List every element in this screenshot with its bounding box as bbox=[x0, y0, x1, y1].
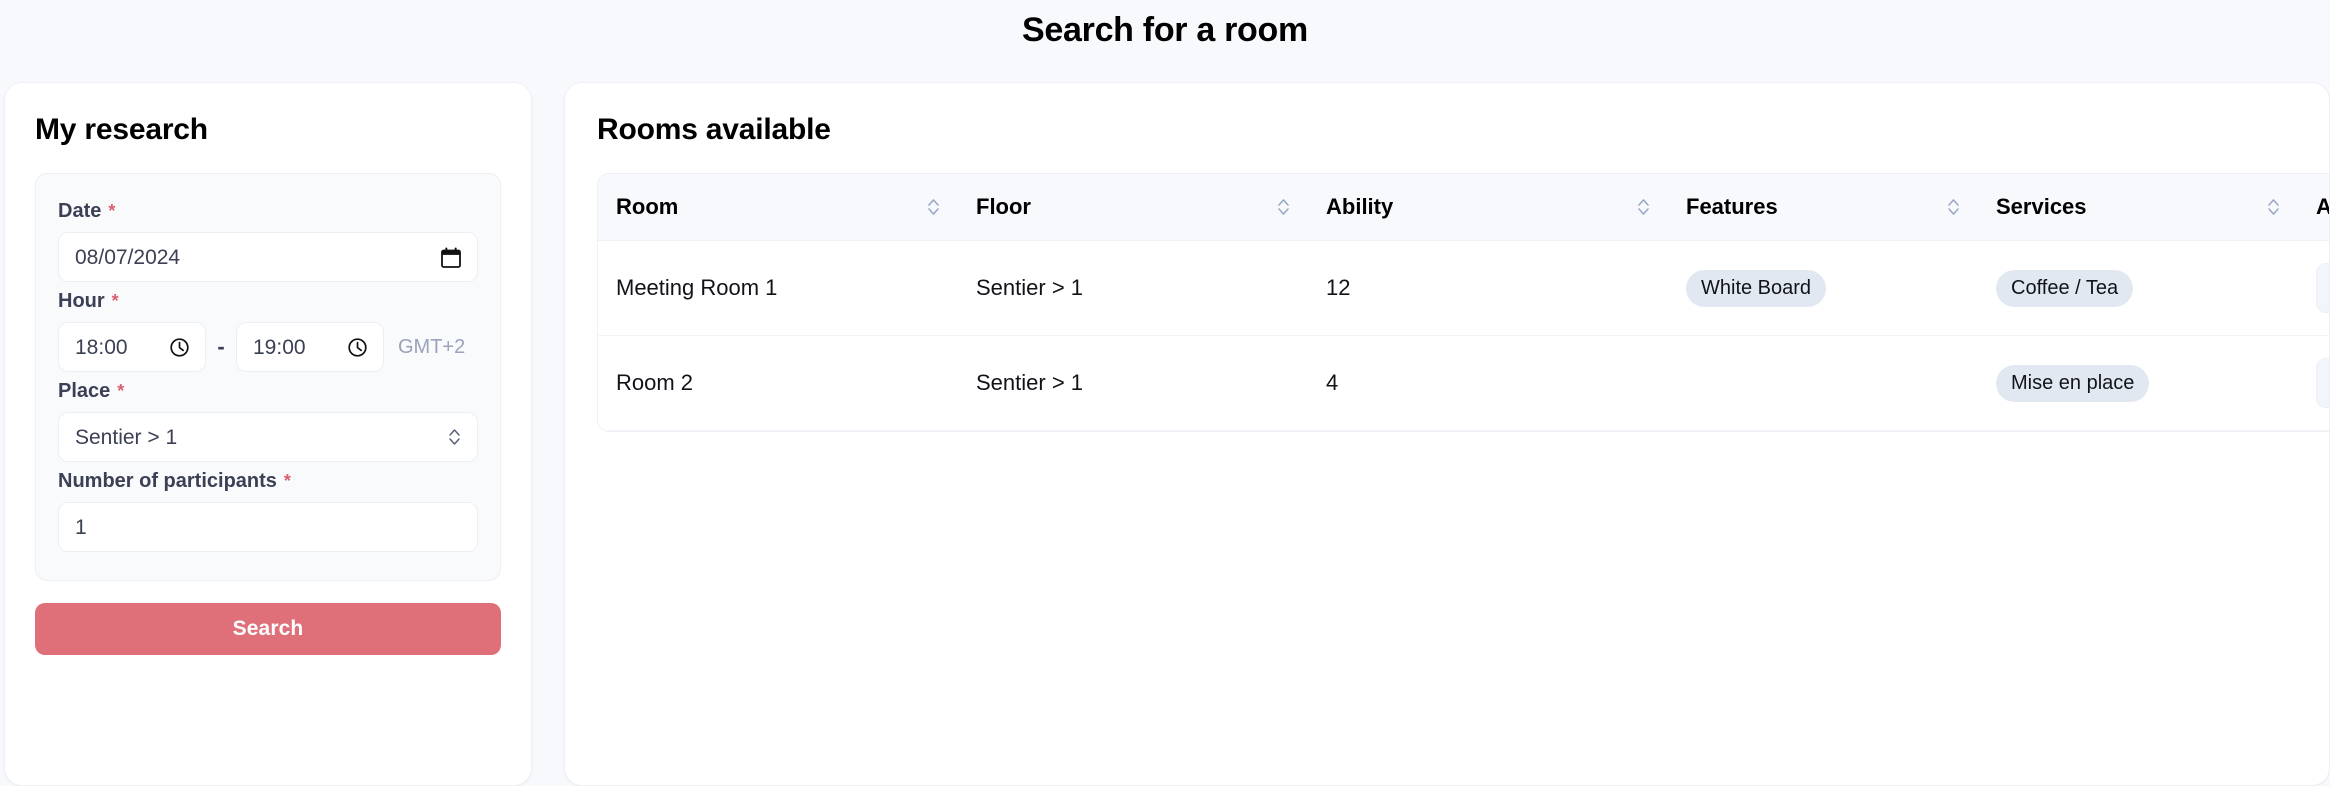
calendar-icon[interactable] bbox=[441, 247, 461, 268]
column-label: Floor bbox=[976, 194, 1031, 219]
end-time-input[interactable]: 19:00 bbox=[236, 322, 384, 372]
cell-services: Coffee / Tea bbox=[1978, 240, 2298, 336]
place-value: Sentier > 1 bbox=[75, 425, 178, 449]
required-asterisk: * bbox=[117, 381, 125, 401]
column-header-features[interactable]: Features bbox=[1668, 174, 1978, 241]
clock-icon[interactable] bbox=[348, 337, 367, 357]
cell-actions: Choose bbox=[2298, 240, 2329, 336]
table-row: Room 2 Sentier > 1 4 Mise en place bbox=[598, 335, 2329, 431]
column-header-floor[interactable]: Floor bbox=[958, 174, 1308, 241]
search-button[interactable]: Search bbox=[35, 603, 501, 655]
column-label: Ability bbox=[1326, 194, 1394, 219]
sort-icon[interactable] bbox=[1277, 195, 1290, 219]
rooms-table-head: Room Floor Ability Features Services bbox=[598, 174, 2329, 241]
required-asterisk: * bbox=[111, 291, 119, 311]
participants-value: 1 bbox=[75, 515, 87, 539]
cell-floor: Sentier > 1 bbox=[958, 240, 1308, 336]
participants-label: Number of participants bbox=[58, 470, 277, 492]
column-header-room[interactable]: Room bbox=[598, 174, 958, 241]
service-badge: Coffee / Tea bbox=[1996, 269, 2134, 307]
required-asterisk: * bbox=[283, 471, 291, 491]
column-label: Features bbox=[1686, 194, 1778, 219]
select-chevrons-icon[interactable] bbox=[448, 425, 461, 449]
hour-separator: - bbox=[217, 334, 225, 359]
start-time-input[interactable]: 18:00 bbox=[58, 322, 206, 372]
hour-label-row: Hour * bbox=[58, 290, 478, 313]
cell-room: Room 2 bbox=[598, 335, 958, 431]
rooms-table: Room Floor Ability Features Services Mee… bbox=[598, 174, 2329, 431]
participants-input[interactable]: 1 bbox=[58, 502, 478, 552]
cell-ability: 12 bbox=[1308, 240, 1668, 336]
column-label: Room bbox=[616, 194, 679, 219]
hour-range-row: 18:00 - 19:00 GMT+2 bbox=[58, 322, 478, 372]
date-label-row: Date * bbox=[58, 200, 478, 223]
feature-badge: White Board bbox=[1686, 269, 1827, 307]
cell-actions: Choose bbox=[2298, 335, 2329, 431]
cell-features bbox=[1668, 335, 1978, 431]
field-date: Date * 08/07/2024 bbox=[58, 200, 478, 282]
choose-button[interactable]: Choose bbox=[2316, 263, 2329, 313]
cell-room: Meeting Room 1 bbox=[598, 240, 958, 336]
table-header-row: Room Floor Ability Features Services bbox=[598, 174, 2329, 241]
place-select[interactable]: Sentier > 1 bbox=[58, 412, 478, 462]
column-label: Services bbox=[1996, 194, 2087, 219]
main-columns: My research Date * 08/07/2024 Hour * 18:… bbox=[0, 82, 2330, 786]
date-value: 08/07/2024 bbox=[75, 245, 181, 269]
rooms-table-body: Meeting Room 1 Sentier > 1 12 White Boar… bbox=[598, 240, 2329, 431]
table-row: Meeting Room 1 Sentier > 1 12 White Boar… bbox=[598, 240, 2329, 336]
start-time-value: 18:00 bbox=[75, 335, 128, 359]
clock-icon[interactable] bbox=[170, 337, 189, 357]
cell-services: Mise en place bbox=[1978, 335, 2298, 431]
rooms-panel: Rooms available Room Floor Ability Featu… bbox=[564, 82, 2330, 786]
sort-icon[interactable] bbox=[1947, 195, 1960, 219]
sort-icon[interactable] bbox=[2267, 195, 2280, 219]
field-hour: Hour * 18:00 - 19:00 GMT+2 bbox=[58, 290, 478, 372]
timezone-label: GMT+2 bbox=[398, 335, 466, 358]
date-label: Date bbox=[58, 200, 102, 222]
rooms-table-wrapper: Room Floor Ability Features Services Mee… bbox=[597, 173, 2329, 432]
choose-button[interactable]: Choose bbox=[2316, 358, 2329, 408]
search-form: Date * 08/07/2024 Hour * 18:00 - 19:00 G… bbox=[35, 173, 501, 581]
date-input[interactable]: 08/07/2024 bbox=[58, 232, 478, 282]
cell-features: White Board bbox=[1668, 240, 1978, 336]
cell-floor: Sentier > 1 bbox=[958, 335, 1308, 431]
column-header-services[interactable]: Services bbox=[1978, 174, 2298, 241]
participants-label-row: Number of participants * bbox=[58, 470, 478, 493]
cell-ability: 4 bbox=[1308, 335, 1668, 431]
hour-label: Hour bbox=[58, 290, 105, 312]
sort-icon[interactable] bbox=[1637, 195, 1650, 219]
page-title: Search for a room bbox=[1022, 11, 1308, 49]
column-header-actions: Actions bbox=[2298, 174, 2329, 241]
sort-icon[interactable] bbox=[927, 195, 940, 219]
field-place: Place * Sentier > 1 bbox=[58, 380, 478, 462]
rooms-heading: Rooms available bbox=[597, 113, 831, 146]
service-badge: Mise en place bbox=[1996, 364, 2150, 402]
place-label: Place bbox=[58, 380, 111, 402]
required-asterisk: * bbox=[108, 201, 116, 221]
research-panel: My research Date * 08/07/2024 Hour * 18:… bbox=[4, 82, 532, 786]
end-time-value: 19:00 bbox=[253, 335, 306, 359]
column-header-ability[interactable]: Ability bbox=[1308, 174, 1668, 241]
place-label-row: Place * bbox=[58, 380, 478, 403]
app-root: Search for a room My research Date * 08/… bbox=[0, 0, 2330, 786]
column-label: Actions bbox=[2316, 194, 2329, 220]
field-participants: Number of participants * 1 bbox=[58, 470, 478, 552]
research-heading: My research bbox=[35, 113, 208, 146]
